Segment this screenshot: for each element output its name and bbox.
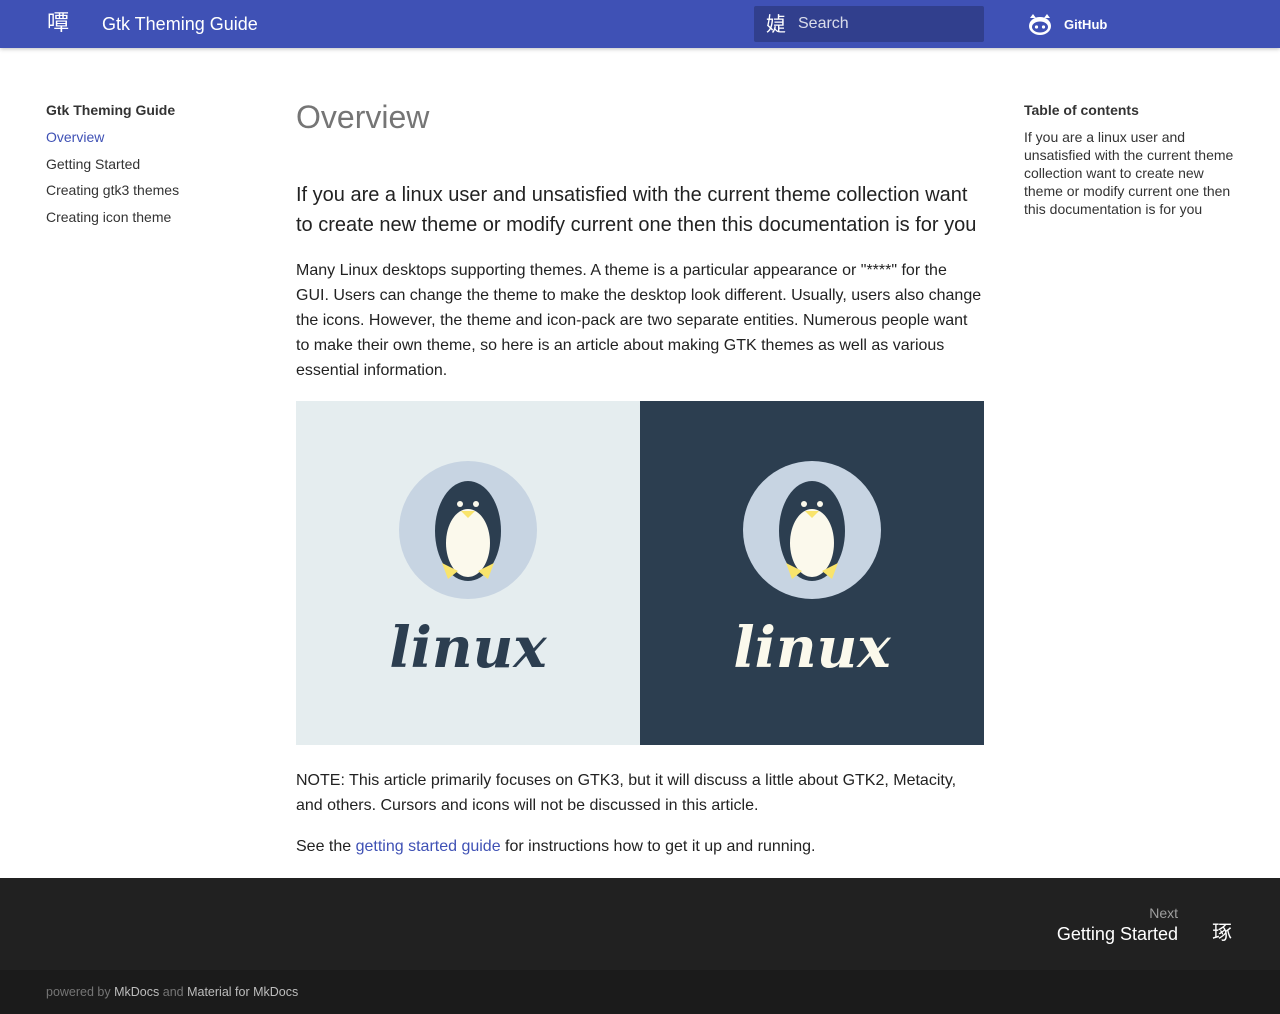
nav-item-overview[interactable]: Overview (46, 128, 246, 146)
site-title: Gtk Theming Guide (102, 14, 258, 34)
page-title: Overview (296, 99, 430, 135)
main-content: Overview If you are a linux user and uns… (296, 96, 984, 859)
footer-nav: Next Getting Started 琢 (0, 878, 1280, 970)
linux-wordmark-light: linux (389, 615, 547, 681)
sidebar-nav: Gtk Theming Guide Overview Getting Start… (46, 100, 246, 234)
linux-wordmark-dark: linux (733, 615, 891, 681)
powered-by: powered by MkDocs and Material for MkDoc… (46, 984, 298, 1000)
next-arrow-icon[interactable]: 琢 (1208, 918, 1236, 946)
github-repo-link[interactable]: GitHub (1026, 10, 1107, 38)
footer-meta: powered by MkDocs and Material for MkDoc… (0, 970, 1280, 1014)
see-text-before: See the (296, 838, 356, 855)
nav-title: Gtk Theming Guide (46, 102, 176, 118)
search-icon[interactable]: 媫 (764, 12, 788, 36)
logo-icon[interactable]: 嘾 (44, 10, 72, 38)
nav-item-getting-started[interactable]: Getting Started (46, 155, 246, 173)
tux-dark-icon: linux (733, 461, 891, 681)
mkdocs-link[interactable]: MkDocs (114, 985, 159, 999)
toc-title: Table of contents (1024, 102, 1139, 118)
next-page-link[interactable]: Next Getting Started (1057, 904, 1178, 946)
next-direction-label: Next (1149, 905, 1178, 921)
section-heading: If you are a linux user and unsatisfied … (296, 184, 977, 236)
linux-hero-image: linux linux (296, 401, 984, 745)
and-label: and (162, 985, 184, 999)
header-bar: 嘾 Gtk Theming Guide 媫 GitHub (0, 0, 1280, 48)
note-paragraph: NOTE: This article primarily focuses on … (296, 772, 957, 814)
see-paragraph: See the getting started guide for instru… (296, 834, 984, 859)
tux-light-icon: linux (389, 461, 547, 681)
table-of-contents: Table of contents If you are a linux use… (1024, 100, 1244, 218)
material-mkdocs-link[interactable]: Material for MkDocs (187, 985, 298, 999)
github-label[interactable]: GitHub (1064, 17, 1107, 32)
nav-item-creating-icon-theme[interactable]: Creating icon theme (46, 208, 246, 226)
getting-started-guide-link[interactable]: getting started guide (356, 838, 501, 855)
linux-logo-dark: linux (640, 401, 984, 745)
linux-logo-light: linux (296, 401, 640, 745)
github-icon (1029, 14, 1051, 35)
search-box[interactable]: 媫 (754, 6, 984, 42)
nav-item-creating-gtk3-themes[interactable]: Creating gtk3 themes (46, 181, 246, 199)
next-page-title[interactable]: Getting Started (1057, 922, 1178, 946)
see-text-after: for instructions how to get it up and ru… (500, 838, 816, 855)
search-input[interactable] (798, 6, 978, 42)
powered-by-label: powered by (46, 985, 111, 999)
intro-paragraph: Many Linux desktops supporting themes. A… (296, 262, 982, 379)
toc-item-intro[interactable]: If you are a linux user and unsatisfied … (1024, 128, 1244, 218)
